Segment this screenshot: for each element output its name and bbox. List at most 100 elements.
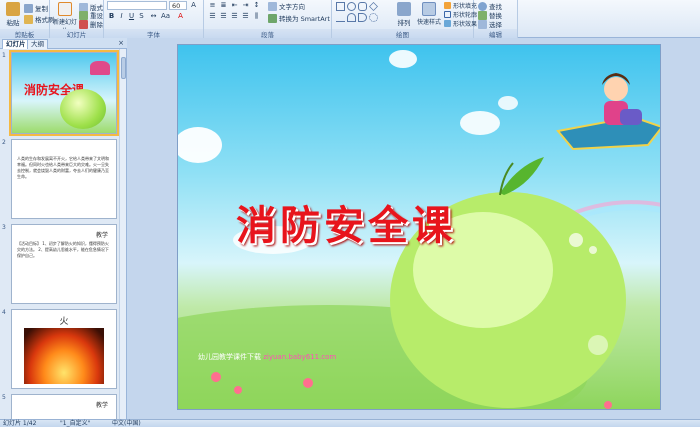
rounded-rect-shape-icon[interactable] bbox=[358, 2, 367, 11]
oval-shape-icon[interactable] bbox=[347, 2, 356, 11]
pane-tabs: 幻灯片 大纲 × bbox=[0, 38, 127, 49]
callout-shape-icon[interactable] bbox=[358, 13, 367, 22]
apple-image bbox=[60, 89, 106, 129]
align-left-icon[interactable]: ☰ bbox=[208, 12, 217, 21]
thumbnail-slide-2[interactable]: 人类的生存和发展离不开火，它给人类带来了文明和幸福。但同时火也给人类带来巨大的灾… bbox=[11, 139, 117, 219]
flower-shape bbox=[303, 378, 313, 388]
slides-group-label: 幻灯片 bbox=[50, 29, 103, 39]
thumbnail-slide-3[interactable]: 教学 【活动目标】 1、初步了解防火的知识，懂得预防火灾的方法。 2、提高幼儿思… bbox=[11, 224, 117, 304]
underline-icon[interactable]: U bbox=[127, 12, 136, 21]
close-pane-icon[interactable]: × bbox=[118, 39, 124, 47]
thumbnail-number: 2 bbox=[2, 139, 6, 146]
thumbnail-title: 火 bbox=[59, 317, 69, 327]
italic-icon[interactable]: I bbox=[117, 12, 126, 21]
cloud-shape bbox=[460, 111, 500, 135]
thumbnail-slide-4[interactable]: 火 bbox=[11, 309, 117, 389]
shape-fill-button[interactable]: 形状填充 bbox=[444, 1, 477, 10]
thumbnail-number: 3 bbox=[2, 224, 6, 231]
thumbnail-scrollbar[interactable] bbox=[119, 49, 126, 419]
scrollbar-thumb[interactable] bbox=[121, 57, 126, 79]
thumbnail-slide-1[interactable]: 消防安全课 bbox=[9, 50, 119, 136]
paste-icon bbox=[6, 2, 20, 16]
bubble-shape bbox=[589, 246, 597, 254]
cloud-shape bbox=[498, 96, 518, 110]
select-button[interactable]: 选择 bbox=[478, 19, 502, 29]
slide-canvas[interactable]: 消防安全课 幼儿园教学课件下载 ziyuan.baby611.com bbox=[177, 44, 661, 410]
arc-shape-icon[interactable] bbox=[347, 13, 356, 22]
shape-outline-icon bbox=[444, 11, 451, 18]
paragraph-group: ≡ ≣ ⇤ ⇥ ↕ 文字方向 ☰ ☰ ☰ ☰ ⫼ 转换为 SmartArt 段落 bbox=[204, 0, 332, 39]
tab-outline[interactable]: 大纲 bbox=[27, 39, 48, 49]
status-bar: 幻灯片 1/42 "1_自定义" 中文(中国) bbox=[0, 419, 700, 427]
bold-icon[interactable]: B bbox=[107, 12, 116, 21]
bubble-shape bbox=[588, 335, 608, 355]
shape-outline-button[interactable]: 形状轮廓 bbox=[444, 10, 477, 19]
new-slide-icon bbox=[58, 2, 72, 16]
flower-shape bbox=[234, 386, 242, 394]
clipboard-group-label: 剪贴板 bbox=[0, 29, 49, 39]
shape-effects-icon bbox=[444, 20, 451, 27]
slide-thumbnail-pane: 幻灯片 大纲 × 1 消防安全课 2 人类的生存和发展离不开火，它给人类带来了文… bbox=[0, 38, 127, 419]
arrange-button[interactable]: 排列 bbox=[392, 2, 416, 27]
copy-button[interactable]: 复制 bbox=[24, 3, 48, 13]
font-name-box[interactable] bbox=[107, 1, 167, 10]
select-icon bbox=[478, 19, 487, 29]
slide-footer[interactable]: 幼儿园教学课件下载 ziyuan.baby611.com bbox=[198, 352, 336, 362]
thumbnail-text: 【活动目标】 1、初步了解防火的知识，懂得预防火灾的方法。 2、提高幼儿思维水平… bbox=[17, 241, 109, 258]
align-right-icon[interactable]: ☰ bbox=[230, 12, 239, 21]
editing-group-label: 编辑 bbox=[474, 29, 517, 39]
footer-url: ziyuan.baby611.com bbox=[263, 353, 337, 361]
font-size-box[interactable]: 60 bbox=[169, 1, 187, 10]
convert-smartart-button[interactable]: 转换为 SmartArt bbox=[268, 13, 330, 23]
columns-icon[interactable]: ⫼ bbox=[252, 12, 261, 21]
line-shape-icon[interactable] bbox=[336, 13, 345, 22]
thumbnail-text: 人类的生存和发展离不开火，它给人类带来了文明和幸福。但同时火也给人类带来巨大的灾… bbox=[17, 156, 109, 179]
increase-indent-icon[interactable]: ⇥ bbox=[241, 1, 250, 10]
thumbnail-slide-5[interactable]: 教学 bbox=[11, 394, 117, 419]
numbering-icon[interactable]: ≣ bbox=[219, 1, 228, 10]
diamond-shape-icon[interactable] bbox=[369, 2, 378, 11]
paragraph-group-label: 段落 bbox=[204, 29, 331, 39]
girl-on-carpet-image bbox=[90, 61, 110, 75]
quick-styles-button[interactable]: 快速样式 bbox=[416, 2, 442, 26]
girl-face-shape bbox=[604, 77, 628, 101]
change-case-icon[interactable]: Aa bbox=[161, 12, 170, 21]
drawing-group: 排列 快速样式 形状填充 形状轮廓 形状效果 绘图 bbox=[332, 0, 477, 39]
justify-icon[interactable]: ☰ bbox=[241, 12, 250, 21]
thumbnail-title: 教学 bbox=[95, 402, 108, 409]
text-direction-button[interactable]: 文字方向 bbox=[268, 1, 305, 11]
thumbnail-number: 4 bbox=[2, 309, 6, 316]
decrease-indent-icon[interactable]: ⇤ bbox=[230, 1, 239, 10]
paste-button[interactable]: 粘贴 bbox=[1, 2, 25, 27]
font-color-icon[interactable]: A bbox=[176, 12, 185, 21]
slide-editor: 消防安全课 幼儿园教学课件下载 ziyuan.baby611.com bbox=[128, 38, 700, 419]
footer-text: 幼儿园教学课件下载 bbox=[198, 353, 261, 361]
ribbon: 粘贴 复制 格式刷 剪贴板 新建幻灯片 版式 重设 删除 幻灯片 bbox=[0, 0, 700, 39]
apple-leaf bbox=[500, 157, 544, 195]
star-shape-icon[interactable] bbox=[369, 13, 378, 22]
flower-shape bbox=[604, 401, 612, 409]
char-spacing-icon[interactable]: ↔ bbox=[149, 12, 158, 21]
delete-slide-button[interactable]: 删除 bbox=[79, 19, 103, 29]
shape-effects-button[interactable]: 形状效果 bbox=[444, 19, 477, 28]
align-center-icon[interactable]: ☰ bbox=[219, 12, 228, 21]
copy-icon bbox=[24, 3, 33, 13]
bullets-icon[interactable]: ≡ bbox=[208, 1, 217, 10]
arrange-icon bbox=[397, 2, 411, 16]
text-direction-icon bbox=[268, 1, 277, 11]
line-spacing-icon[interactable]: ↕ bbox=[252, 1, 261, 10]
delete-icon bbox=[79, 19, 88, 29]
slides-group: 新建幻灯片 版式 重设 删除 幻灯片 bbox=[50, 0, 104, 39]
editing-group: 查找 替换 选择 编辑 bbox=[474, 0, 518, 39]
tab-slides[interactable]: 幻灯片 bbox=[2, 39, 30, 49]
theme-name: "1_自定义" bbox=[60, 420, 91, 427]
girl-pants-shape bbox=[620, 109, 642, 125]
grow-font-icon[interactable]: A bbox=[189, 1, 198, 10]
slide-counter: 幻灯片 1/42 bbox=[3, 420, 37, 427]
language-indicator[interactable]: 中文(中国) bbox=[112, 420, 141, 427]
rectangle-shape-icon[interactable] bbox=[336, 2, 345, 11]
bubble-shape bbox=[569, 233, 583, 247]
smartart-icon bbox=[268, 13, 277, 23]
slide-title[interactable]: 消防安全课 bbox=[236, 193, 456, 251]
strikethrough-icon[interactable]: S bbox=[137, 12, 146, 21]
